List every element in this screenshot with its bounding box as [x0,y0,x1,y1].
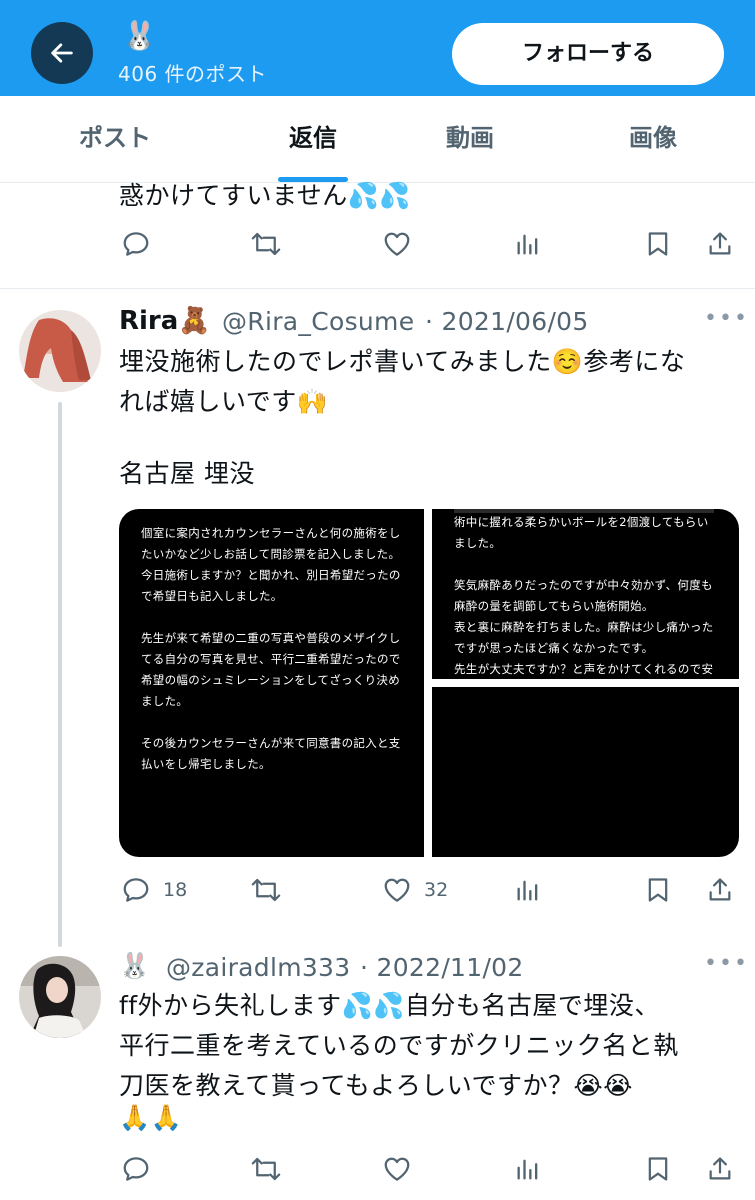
profile-header: 🐰 406 件のポスト フォローする [0,0,755,96]
avatar[interactable] [19,310,101,392]
bookmark-button[interactable] [644,875,672,905]
image-text: 術中に握れる柔らかいボールを2個渡してもらい ました。 笑気麻酔ありだったのです… [454,515,714,697]
bookmark-icon [648,232,668,256]
share-button[interactable] [706,1154,734,1184]
views-button[interactable] [514,229,542,259]
follow-button[interactable]: フォローする [452,23,724,85]
repost-icon [251,232,281,256]
share-icon [709,232,731,255]
reply-button[interactable] [121,229,151,259]
post-count: 406 件のポスト [118,62,268,86]
reply-icon [123,878,149,902]
user-handle[interactable]: @zairadlm333 [166,953,350,982]
repost-icon [251,878,281,902]
profile-tabs: ポスト 返信 動画 画像 [0,96,755,183]
tab-images[interactable]: 画像 [578,96,728,182]
tweet-text-line: 名古屋 埋没 [119,459,255,488]
user-handle[interactable]: @Rira_Cosume [222,307,414,336]
like-button[interactable]: 32 [382,875,448,905]
analytics-icon [517,234,538,255]
back-button[interactable] [31,22,93,84]
tab-videos[interactable]: 動画 [395,96,545,182]
heart-icon [384,1157,410,1181]
share-icon [709,1157,731,1180]
tweet-text-line: れば嬉しいです🙌 [119,387,329,416]
heart-icon [384,878,410,902]
display-name[interactable]: 🐰 [119,951,150,981]
tweet-text-line: 刀医を教えて貰ってもよろしいですか？😭😭 [119,1071,633,1100]
reply-button[interactable] [121,1154,151,1184]
avatar[interactable] [19,956,101,1038]
repost-button[interactable] [249,875,283,905]
profile-name-emoji: 🐰 [122,19,157,52]
repost-button[interactable] [249,229,283,259]
repost-button[interactable] [249,1154,283,1184]
share-icon [709,878,731,901]
more-options-icon[interactable]: ••• [704,306,749,331]
tweet-text-line: ff外から失礼します💦💦自分も名古屋で埋没、 [119,991,660,1020]
image-text: 個室に案内されカウンセラーさんと何の施術をし たいかなど少しお話して問診票を記入… [141,526,401,771]
tweet-text-line: 埋没施術したのでレポ書いてみました☺️参考にな [119,347,686,376]
bookmark-icon [648,1157,668,1181]
tweet-image[interactable] [432,687,739,857]
share-button[interactable] [706,229,734,259]
like-button[interactable] [382,1154,412,1184]
views-button[interactable] [514,1154,542,1184]
like-button[interactable] [382,229,412,259]
views-button[interactable] [514,875,542,905]
reply-icon [123,232,149,256]
tweet-image[interactable]: 個室に案内されカウンセラーさんと何の施術をし たいかなど少しお話して問診票を記入… [119,509,424,857]
tweet-date[interactable]: · 2022/11/02 [360,953,524,982]
tweet-date[interactable]: · 2021/06/05 [425,307,589,336]
reply-count: 18 [163,879,188,901]
display-name[interactable]: Rira🧸 [119,306,211,336]
tweet-divider [0,288,755,289]
thread-line [58,402,62,947]
arrow-left-icon [51,43,73,63]
tab-replies[interactable]: 返信 [238,96,388,182]
reply-icon [123,1157,149,1181]
share-button[interactable] [706,875,734,905]
tweet-media-grid: 個室に案内されカウンセラーさんと何の施術をし たいかなど少しお話して問診票を記入… [119,509,739,857]
tweet-text: 惑かけてすいません💦💦 [119,181,412,210]
tweet-text-line: 平行二重を考えているのですがクリニック名と執 [119,1031,679,1060]
avatar-image [19,310,101,392]
bookmark-icon [648,878,668,902]
like-count: 32 [424,879,449,901]
analytics-icon [517,880,538,901]
analytics-icon [517,1159,538,1180]
avatar-image [19,956,101,1038]
repost-icon [251,1157,281,1181]
reply-button[interactable]: 18 [121,875,187,905]
more-options-icon[interactable]: ••• [704,951,749,976]
tweet-image[interactable]: 術中に握れる柔らかいボールを2個渡してもらい ました。 笑気麻酔ありだったのです… [432,509,739,697]
bookmark-button[interactable] [644,229,672,259]
tweet-text-line: 🙏🙏 [119,1103,183,1132]
bookmark-button[interactable] [644,1154,672,1184]
tab-posts[interactable]: ポスト [40,96,190,182]
heart-icon [384,232,410,256]
